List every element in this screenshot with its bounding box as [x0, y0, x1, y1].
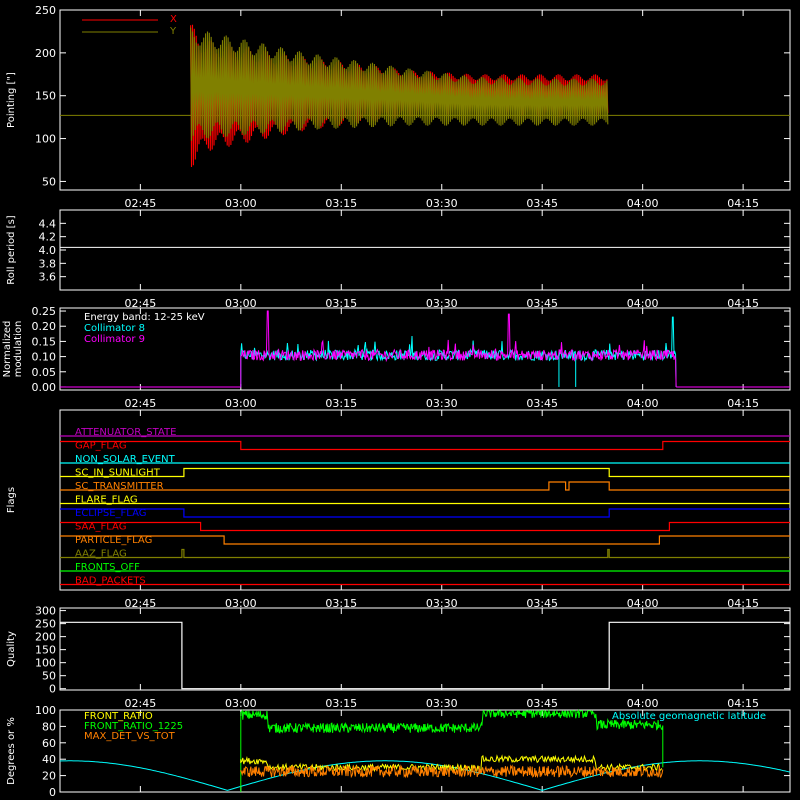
y-tick-label: 50 [42, 175, 56, 188]
y-tick-label: 3.6 [39, 271, 57, 284]
flag-line-aaz-flag [60, 548, 790, 559]
y-axis-label: Roll period [s] [6, 215, 17, 284]
y-tick-label: 50 [42, 670, 56, 683]
legend-label: Collimator 8 [84, 323, 145, 334]
x-tick-label: 03:15 [325, 197, 357, 210]
x-tick-label: 03:00 [225, 197, 257, 210]
flag-label: NON_SOLAR_EVENT [75, 454, 176, 465]
x-tick-label: 03:45 [526, 697, 558, 710]
y-tick-label: 0.10 [32, 351, 57, 364]
front-ratio-1225-line [240, 708, 664, 792]
flag-line-gap-flag [60, 440, 790, 451]
y-tick-label: 0.15 [32, 335, 57, 348]
y-tick-label: 150 [35, 90, 56, 103]
y-tick-label: 100 [35, 657, 56, 670]
flag-label: SC_TRANSMITTER [75, 481, 164, 492]
y-axis-label: Pointing ["] [6, 72, 17, 128]
flag-line-saa-flag [60, 521, 790, 532]
y-tick-label: 0 [49, 683, 56, 696]
x-tick-label: 03:45 [526, 397, 558, 410]
y-tick-label: 0.00 [32, 381, 57, 394]
flag-label: GAP_FLAG [75, 441, 127, 452]
x-tick-label: 03:00 [225, 397, 257, 410]
y-axis-label: Normalizedmodulation [2, 321, 24, 378]
y-tick-label: 4.2 [39, 231, 57, 244]
x-tick-label: 04:00 [627, 197, 659, 210]
y-axis-label-line: Normalized [2, 321, 13, 378]
collimator-8-line [240, 316, 677, 388]
flag-line-eclipse-flag [60, 508, 790, 518]
x-tick-label: 03:15 [325, 397, 357, 410]
y-tick-label: 100 [35, 133, 56, 146]
x-tick-label: 04:00 [627, 697, 659, 710]
panel-frame-quality [59, 607, 791, 691]
flag-label: FLARE_FLAG [75, 495, 138, 506]
flag-label: ECLIPSE_FLAG [75, 508, 146, 519]
y-tick-label: 20 [42, 770, 56, 783]
x-tick-label: 03:30 [426, 397, 458, 410]
legend-label-x: X [170, 14, 177, 25]
y-tick-label: 0.05 [32, 366, 57, 379]
y-tick-label: 4.0 [39, 244, 57, 257]
x-tick-label: 03:30 [426, 197, 458, 210]
flag-label: SC_IN_SUNLIGHT [75, 468, 161, 479]
y-tick-label: 300 [35, 605, 56, 618]
x-tick-label: 04:15 [727, 397, 759, 410]
quality-line [60, 621, 790, 690]
y-tick-label: 200 [35, 631, 56, 644]
collimator-9-line [240, 310, 677, 388]
x-tick-label: 04:15 [727, 697, 759, 710]
y-tick-label: 250 [35, 4, 56, 17]
y-tick-label: 40 [42, 753, 56, 766]
flag-line-sc-in-sunlight [60, 467, 790, 478]
x-tick-label: 04:00 [627, 397, 659, 410]
flag-label: PARTICLE_FLAG [75, 535, 152, 546]
y-tick-label: 100 [35, 704, 56, 717]
x-tick-label: 04:15 [727, 197, 759, 210]
y-tick-label: 250 [35, 618, 56, 631]
y-tick-label: 0.25 [32, 305, 57, 318]
legend-label-y: Y [169, 26, 177, 37]
flag-label: AAZ_FLAG [75, 549, 127, 560]
y-axis-label: Degrees or % [6, 717, 17, 785]
x-tick-label: 03:45 [526, 197, 558, 210]
y-axis-label-line: modulation [13, 321, 24, 378]
chart-canvas: 02:45 03:00 03:15 03:30 03:45 04:00 04:1550100… [2, 4, 791, 799]
y-tick-label: 4.4 [39, 217, 57, 230]
y-tick-label: 60 [42, 737, 56, 750]
flag-line-particle-flag [60, 535, 790, 545]
flag-label: SAA_FLAG [75, 522, 126, 533]
flag-label: BAD_PACKETS [75, 576, 146, 587]
y-tick-label: 3.8 [39, 257, 57, 270]
flag-label: FRONTS_OFF [75, 562, 140, 573]
y-tick-label: 80 [42, 720, 56, 733]
x-tick-label: 02:45 [125, 697, 157, 710]
x-tick-label: 02:45 [125, 397, 157, 410]
legend-label: Energy band: 12-25 keV [84, 312, 205, 323]
y-tick-label: 0.20 [32, 320, 57, 333]
flag-label: ATTENUATOR_STATE [75, 427, 176, 438]
legend-label-latitude: Absolute geomagnetic latitude [612, 711, 766, 722]
geomagnetic-latitude-line [59, 760, 791, 791]
legend-label: Collimator 9 [84, 334, 145, 345]
y-tick-label: 200 [35, 47, 56, 60]
y-tick-label: 150 [35, 644, 56, 657]
y-tick-label: 0 [49, 786, 56, 799]
x-tick-label: 02:45 [125, 197, 157, 210]
x-tick-label: 03:15 [325, 697, 357, 710]
x-tick-label: 03:30 [426, 697, 458, 710]
y-axis-label: Quality [6, 631, 17, 667]
x-tick-label: 03:00 [225, 697, 257, 710]
flag-line-sc-transmitter [60, 481, 790, 491]
y-axis-label: Flags [6, 487, 17, 513]
legend-label: MAX_DET_VS_TOT [84, 731, 176, 742]
panel-frame-roll [59, 209, 791, 291]
